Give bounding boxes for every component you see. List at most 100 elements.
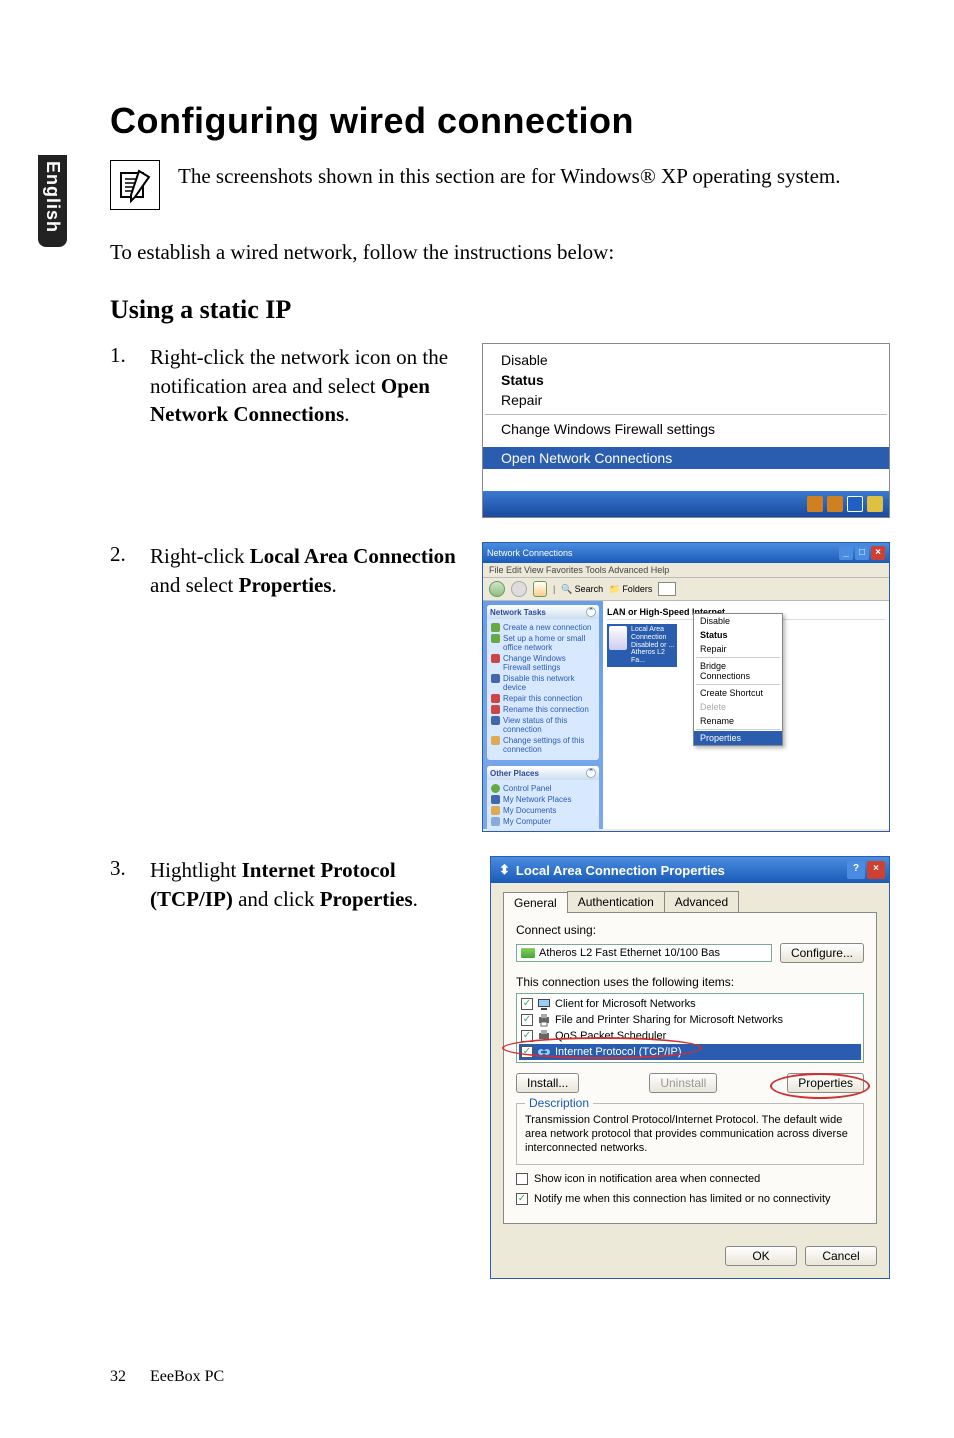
- tab-authentication[interactable]: Authentication: [567, 891, 665, 912]
- checkbox-icon[interactable]: ✓: [521, 998, 533, 1010]
- step-text: Hightlight Internet Protocol (TCP/IP) an…: [150, 856, 460, 913]
- tab-pane: Connect using: Atheros L2 Fast Ethernet …: [503, 913, 877, 1223]
- close-button[interactable]: ×: [871, 546, 885, 560]
- task-link[interactable]: Repair this connection: [491, 693, 595, 704]
- product-name: EeeBox PC: [150, 1368, 224, 1386]
- ok-button[interactable]: OK: [725, 1246, 797, 1266]
- step-2: 2. Right-click Local Area Connection and…: [110, 542, 890, 832]
- maximize-button[interactable]: □: [855, 546, 869, 560]
- show-icon-checkbox[interactable]: ✓ Show icon in notification area when co…: [516, 1173, 864, 1185]
- ctx-shortcut[interactable]: Create Shortcut: [694, 686, 782, 700]
- connect-using-label: Connect using:: [516, 923, 864, 937]
- close-button[interactable]: ×: [867, 861, 885, 879]
- items-list[interactable]: ✓ Client for Microsoft Networks ✓ File a…: [516, 993, 864, 1063]
- install-button[interactable]: Install...: [516, 1073, 579, 1093]
- configure-button[interactable]: Configure...: [780, 943, 864, 963]
- tray-shield-icon[interactable]: [867, 496, 883, 512]
- item-tcpip[interactable]: ✓ Internet Protocol (TCP/IP): [519, 1044, 861, 1060]
- menubar[interactable]: File Edit View Favorites Tools Advanced …: [483, 563, 889, 578]
- window-title: Network Connections: [487, 548, 573, 558]
- ctx-status[interactable]: Status: [694, 628, 782, 642]
- checkbox-icon[interactable]: ✓: [521, 1014, 533, 1026]
- tray-icon[interactable]: [807, 496, 823, 512]
- page-footer: 32 EeeBox PC: [110, 1368, 224, 1386]
- description-text: Transmission Control Protocol/Internet P…: [525, 1114, 855, 1155]
- place-link[interactable]: Control Panel: [491, 783, 595, 794]
- note-block: The screenshots shown in this section ar…: [110, 160, 890, 210]
- ctx-firewall[interactable]: Change Windows Firewall settings: [483, 419, 889, 439]
- screenshot-context-menu: Disable Status Repair Change Windows Fir…: [482, 343, 890, 518]
- ctx-delete: Delete: [694, 700, 782, 714]
- task-link[interactable]: Disable this network device: [491, 673, 595, 693]
- separator: [696, 729, 780, 730]
- place-link[interactable]: My Network Places: [491, 794, 595, 805]
- checkbox-icon[interactable]: ✓: [521, 1030, 533, 1042]
- step-number: 3.: [110, 856, 134, 913]
- nic-icon: [521, 948, 535, 958]
- ctx-status[interactable]: Status: [483, 370, 889, 390]
- tab-general[interactable]: General: [503, 892, 568, 913]
- description-group: Description Transmission Control Protoco…: [516, 1103, 864, 1164]
- page-content: Configuring wired connection The screens…: [110, 100, 890, 1303]
- screenshot-lan-properties: ⬍ Local Area Connection Properties ? × Ge…: [490, 856, 890, 1278]
- protocol-icon: [537, 1045, 551, 1059]
- task-link[interactable]: Change Windows Firewall settings: [491, 653, 595, 673]
- step-number: 1.: [110, 343, 134, 428]
- item-qos[interactable]: ✓ QoS Packet Scheduler: [519, 1028, 861, 1044]
- language-tab: English: [38, 155, 67, 247]
- ctx-disable[interactable]: Disable: [483, 350, 889, 370]
- adapter-field: Atheros L2 Fast Ethernet 10/100 Bas: [516, 944, 772, 962]
- network-icon: ⬍: [499, 862, 510, 878]
- dialog-title: Local Area Connection Properties: [516, 863, 725, 878]
- separator: [696, 657, 780, 658]
- ctx-open-network-connections[interactable]: Open Network Connections: [483, 447, 889, 469]
- toolbar: | 🔍Search 📁Folders: [483, 578, 889, 601]
- place-link[interactable]: My Documents: [491, 805, 595, 816]
- tab-advanced[interactable]: Advanced: [664, 891, 739, 912]
- ctx-rename[interactable]: Rename: [694, 714, 782, 728]
- place-link[interactable]: My Computer: [491, 816, 595, 827]
- step-text: Right-click Local Area Connection and se…: [150, 542, 460, 599]
- note-text: The screenshots shown in this section ar…: [178, 160, 841, 190]
- up-button[interactable]: [533, 581, 547, 597]
- cancel-button[interactable]: Cancel: [805, 1246, 877, 1266]
- ctx-bridge[interactable]: Bridge Connections: [694, 659, 782, 683]
- notify-checkbox[interactable]: ✓ Notify me when this connection has lim…: [516, 1193, 864, 1205]
- ctx-repair[interactable]: Repair: [694, 642, 782, 656]
- chevron-icon: ⌃: [586, 768, 596, 778]
- forward-button[interactable]: [511, 581, 527, 597]
- task-link[interactable]: Rename this connection: [491, 704, 595, 715]
- client-icon: [537, 997, 551, 1011]
- checkbox-icon[interactable]: ✓: [516, 1173, 528, 1185]
- panel-header[interactable]: Network Tasks⌃: [487, 605, 599, 619]
- task-link[interactable]: Set up a home or small office network: [491, 633, 595, 653]
- taskbar: [483, 491, 889, 517]
- checkbox-icon[interactable]: ✓: [516, 1193, 528, 1205]
- printer-icon: [537, 1013, 551, 1027]
- task-link[interactable]: Create a new connection: [491, 622, 595, 633]
- panel-header[interactable]: Other Places⌃: [487, 766, 599, 780]
- folders-button[interactable]: 📁Folders: [609, 584, 652, 595]
- properties-button[interactable]: Properties: [787, 1073, 864, 1093]
- ctx-disable[interactable]: Disable: [694, 614, 782, 628]
- tasks-sidebar: Network Tasks⌃ Create a new connection S…: [483, 601, 603, 829]
- help-button[interactable]: ?: [847, 861, 865, 879]
- tray-icon[interactable]: [827, 496, 843, 512]
- ctx-properties[interactable]: Properties: [694, 731, 782, 745]
- ctx-repair[interactable]: Repair: [483, 390, 889, 410]
- back-button[interactable]: [489, 581, 505, 597]
- item-file-printer[interactable]: ✓ File and Printer Sharing for Microsoft…: [519, 1012, 861, 1028]
- item-client[interactable]: ✓ Client for Microsoft Networks: [519, 996, 861, 1012]
- search-button[interactable]: 🔍Search: [561, 584, 603, 595]
- local-area-connection-item[interactable]: Local Area Connection Disabled or ... At…: [607, 624, 677, 666]
- uses-label: This connection uses the following items…: [516, 975, 864, 989]
- views-button[interactable]: [658, 582, 676, 596]
- task-link[interactable]: View status of this connection: [491, 715, 595, 735]
- task-link[interactable]: Change settings of this connection: [491, 735, 595, 755]
- uninstall-button: Uninstall: [649, 1073, 717, 1093]
- connection-context-menu: Disable Status Repair Bridge Connections…: [693, 613, 783, 746]
- screenshot-network-connections: Network Connections _ □ × File Edit View…: [482, 542, 890, 832]
- tray-network-icon[interactable]: [847, 496, 863, 512]
- checkbox-icon[interactable]: ✓: [521, 1046, 533, 1058]
- minimize-button[interactable]: _: [839, 546, 853, 560]
